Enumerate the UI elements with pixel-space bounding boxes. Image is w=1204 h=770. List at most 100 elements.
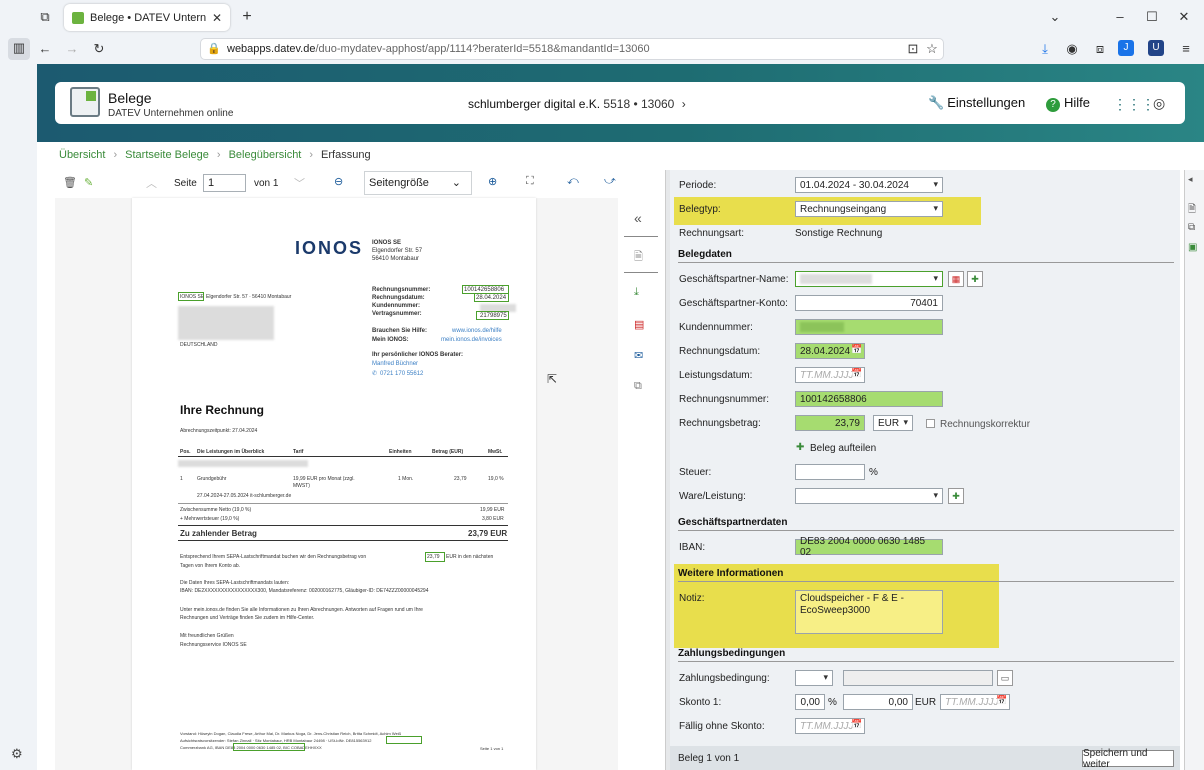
leistungsdatum-placeholder: TT.MM.JJJJ bbox=[800, 369, 854, 381]
gp-konto-input[interactable]: 70401 bbox=[795, 295, 943, 311]
add-ware-icon[interactable]: ✚ bbox=[948, 488, 964, 504]
download-icon[interactable]: ⤓ bbox=[634, 286, 639, 299]
pages-icon[interactable]: ⧉ bbox=[1188, 222, 1195, 233]
skonto-amount-input[interactable]: 0,00 bbox=[843, 694, 913, 710]
mail-icon[interactable]: ✉ bbox=[634, 349, 643, 362]
section-zahlungsbedingungen: Zahlungsbedingungen bbox=[678, 648, 1174, 662]
table-divider bbox=[178, 456, 508, 457]
zoom-out-icon[interactable]: ⊖ bbox=[334, 175, 343, 188]
client-selector[interactable]: schlumberger digital e.K. 5518 • 13060 › bbox=[468, 97, 686, 111]
tab-close-icon[interactable]: ✕ bbox=[212, 11, 222, 25]
vat-value: 3,80 EUR bbox=[482, 516, 504, 522]
korrektur-checkbox[interactable] bbox=[926, 419, 935, 428]
account-icon[interactable]: ◉ bbox=[1062, 39, 1082, 59]
copy-icon[interactable]: ⧉ bbox=[634, 380, 642, 393]
belegtyp-label: Belegtyp: bbox=[679, 204, 721, 215]
maximize-icon[interactable]: ☐ bbox=[1142, 7, 1162, 27]
help-link-doc: www.ionos.de/hilfe bbox=[452, 328, 502, 334]
edit-document-icon[interactable]: ✎ bbox=[84, 176, 93, 189]
breadcrumb-startseite-belege[interactable]: Startseite Belege bbox=[125, 149, 209, 161]
address-bar[interactable]: 🔒 webapps.datev.de/duo-mydatev-apphost/a… bbox=[200, 38, 944, 60]
skonto-percent-input[interactable]: 0,00 bbox=[795, 694, 825, 710]
breadcrumb-uebersicht[interactable]: Übersicht bbox=[59, 149, 105, 161]
steuer-label: Steuer: bbox=[679, 467, 712, 478]
meta-label-invoice-date: Rechnungsdatum: bbox=[372, 295, 425, 301]
calendar-icon[interactable]: 📅 bbox=[851, 368, 862, 379]
belegtyp-select[interactable]: Rechnungseingang bbox=[795, 201, 943, 217]
advisor-phone: 0721 170 55612 bbox=[380, 371, 424, 377]
help-button[interactable]: ? Hilfe bbox=[1046, 95, 1090, 112]
ware-select[interactable] bbox=[795, 488, 943, 504]
bookmark-star-icon[interactable]: ☆ bbox=[922, 39, 942, 59]
settings-button[interactable]: 🔧 Einstellungen bbox=[928, 95, 1025, 111]
steuer-input[interactable] bbox=[795, 464, 865, 480]
downloads-icon[interactable]: ⤓ bbox=[1035, 39, 1055, 59]
betrag-input[interactable]: 23,79 bbox=[795, 415, 865, 431]
extension-shield-icon[interactable]: U bbox=[1148, 40, 1164, 56]
ocr-highlight-company bbox=[178, 292, 204, 301]
tools-divider bbox=[624, 236, 658, 237]
total-bottom-divider bbox=[178, 540, 508, 541]
conditions-icon[interactable]: ▭ bbox=[997, 670, 1013, 686]
close-window-icon[interactable]: ✕ bbox=[1174, 7, 1194, 27]
extensions-icon[interactable]: ⧈ bbox=[1090, 39, 1110, 59]
client-name: schlumberger digital e.K. bbox=[468, 97, 601, 111]
rotate-right-icon[interactable]: ⤻ bbox=[604, 175, 616, 188]
save-next-button[interactable]: Speichern und weiter bbox=[1082, 748, 1174, 770]
breadcrumb-beleguebersicht[interactable]: Belegübersicht bbox=[229, 149, 302, 161]
calendar-icon[interactable]: 📅 bbox=[996, 695, 1007, 706]
zoom-select[interactable]: Seitengröße ⌄ bbox=[364, 171, 472, 195]
add-partner-icon[interactable]: ✚ bbox=[967, 271, 983, 287]
gear-icon[interactable]: ⚙ bbox=[11, 746, 23, 762]
expand-left-icon[interactable]: ◂ bbox=[1188, 174, 1193, 185]
currency-select[interactable]: EUR bbox=[873, 415, 913, 431]
subtotal-label: Zwischensumme Netto (19,0 %) bbox=[180, 507, 252, 513]
lock-icon: 🔒 bbox=[207, 43, 221, 55]
row-pos: 1 bbox=[180, 476, 183, 482]
sidebar-toggle-icon[interactable]: ▥ bbox=[8, 38, 30, 60]
user-avatar-icon[interactable]: ◎ bbox=[1153, 95, 1165, 112]
gp-name-select[interactable] bbox=[795, 271, 943, 287]
rechnungsnr-input[interactable]: 100142658806 bbox=[795, 391, 943, 407]
menu-icon[interactable]: ≡ bbox=[1176, 39, 1196, 59]
extension-j-icon[interactable]: J bbox=[1118, 40, 1134, 56]
page-input[interactable]: 1 bbox=[203, 174, 246, 192]
calendar-icon[interactable]: 📅 bbox=[851, 719, 862, 730]
address-book-icon[interactable]: ▦ bbox=[948, 271, 964, 287]
back-icon[interactable]: ← bbox=[35, 39, 55, 59]
reload-icon[interactable]: ↻ bbox=[89, 39, 109, 59]
ware-label: Ware/Leistung: bbox=[679, 491, 746, 502]
split-icon[interactable]: ✚ bbox=[796, 442, 804, 453]
page-up-icon[interactable]: ︿ bbox=[146, 175, 157, 191]
fit-screen-icon[interactable]: ⛶ bbox=[526, 175, 534, 188]
doc-icon[interactable]: 🗎 bbox=[1188, 202, 1196, 219]
notiz-textarea[interactable]: Cloudspeicher - F & E - EcoSweep3000 bbox=[795, 590, 943, 634]
new-tab-icon[interactable]: + bbox=[237, 7, 257, 27]
install-app-icon[interactable]: ⊡ bbox=[903, 39, 923, 59]
forward-icon[interactable]: → bbox=[62, 39, 82, 59]
calendar-icon[interactable]: 📅 bbox=[851, 344, 862, 355]
rotate-left-icon[interactable]: ⤺ bbox=[567, 175, 579, 188]
split-button[interactable]: Beleg aufteilen bbox=[810, 443, 876, 454]
zoom-in-icon[interactable]: ⊕ bbox=[488, 175, 497, 188]
redacted-kundennr bbox=[800, 322, 844, 332]
minimize-icon[interactable]: – bbox=[1110, 7, 1130, 27]
tab-list-chevron-icon[interactable]: ⌄ bbox=[1045, 7, 1065, 27]
app-grid-icon[interactable]: ⋮⋮⋮ bbox=[1113, 96, 1155, 113]
page-down-icon[interactable]: ﹀ bbox=[294, 175, 305, 191]
delete-icon[interactable]: 🗑 bbox=[63, 176, 77, 189]
kundennr-input[interactable] bbox=[795, 319, 943, 335]
zahlungsbed-select[interactable] bbox=[795, 670, 833, 686]
pdf-icon[interactable]: ▤ bbox=[634, 318, 644, 331]
document-icon[interactable]: 🗎 bbox=[634, 248, 643, 267]
tab-overview-icon[interactable]: ⧉ bbox=[35, 7, 55, 27]
collapse-left-icon[interactable]: « bbox=[634, 210, 642, 226]
right-tool-strip bbox=[1184, 170, 1204, 770]
meta-label-customer-number: Kundennummer: bbox=[372, 303, 420, 309]
col-pos: Pos. bbox=[180, 449, 191, 455]
row-item: Grundgebühr bbox=[197, 476, 227, 482]
browser-tab[interactable]: Belege • DATEV Unternehmen o ✕ bbox=[64, 4, 230, 31]
iban-input[interactable]: DE83 2004 0000 0630 1485 02 bbox=[795, 536, 943, 558]
periode-select[interactable]: 01.04.2024 - 30.04.2024 bbox=[795, 177, 943, 193]
green-tool-icon[interactable]: ▣ bbox=[1188, 242, 1197, 253]
